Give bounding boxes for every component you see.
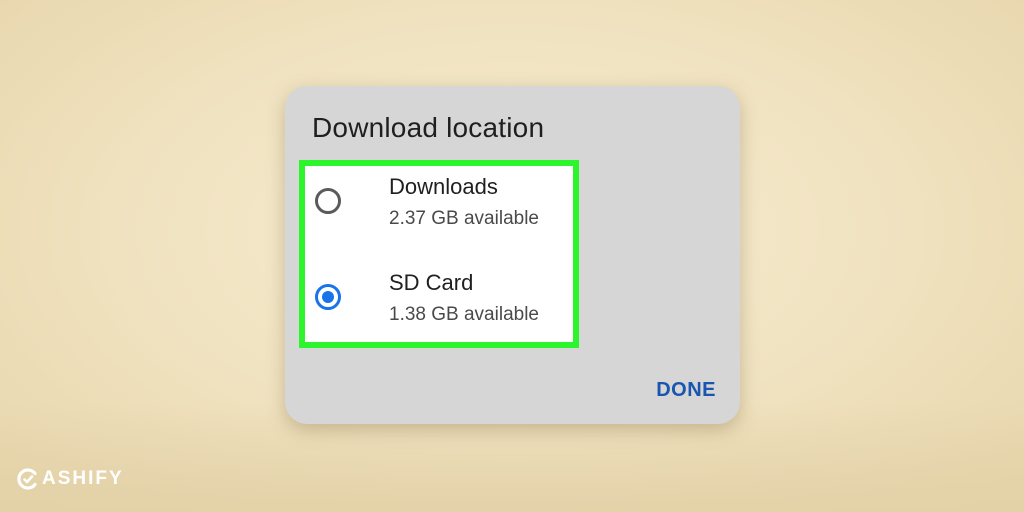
cashify-c-logo-icon [17, 468, 37, 490]
radio-dot [322, 291, 334, 303]
radio-checked-icon[interactable] [315, 284, 341, 310]
options-highlight-box: Downloads 2.37 GB available SD Card 1.38… [299, 160, 579, 348]
cashify-watermark: ASHIFY [16, 466, 124, 492]
done-button[interactable]: DONE [654, 375, 718, 406]
option-sd-card[interactable]: SD Card 1.38 GB available [305, 266, 573, 346]
option-available-space: 1.38 GB available [389, 304, 539, 325]
dialog-title: Download location [312, 112, 545, 143]
option-downloads[interactable]: Downloads 2.37 GB available [305, 170, 573, 250]
option-label: SD Card [389, 270, 474, 295]
radio-unchecked-icon[interactable] [315, 188, 341, 214]
option-label: Downloads [389, 174, 498, 199]
watermark-text: ASHIFY [42, 468, 124, 489]
option-available-space: 2.37 GB available [389, 208, 539, 229]
download-location-dialog: Download location Downloads 2.37 GB avai… [285, 86, 740, 424]
